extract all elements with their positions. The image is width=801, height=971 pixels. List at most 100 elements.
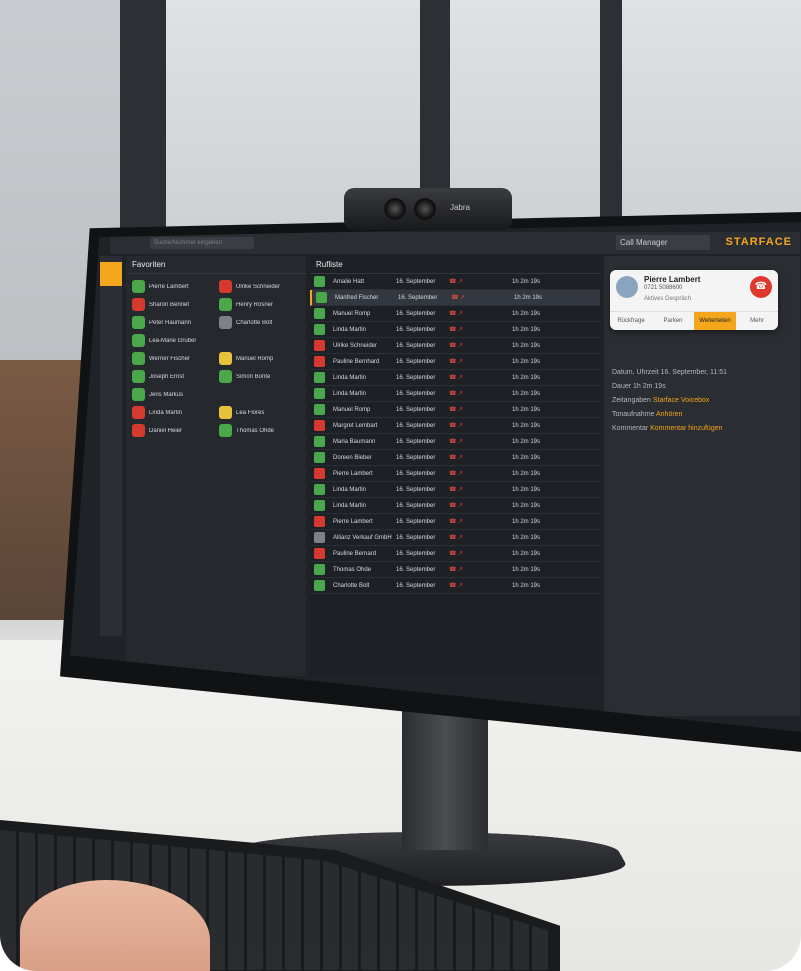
- favorite-contact[interactable]: Lea-Marie Gruber: [132, 334, 213, 347]
- call-date: 16. September: [396, 534, 436, 541]
- call-duration: 1h 2m 19s: [512, 326, 541, 333]
- caller-avatar: [314, 420, 325, 431]
- call-duration: 1h 2m 19s: [512, 374, 541, 381]
- call-direction-icon: ☎ ↗: [449, 375, 464, 381]
- call-list-row[interactable]: Charlotte Bolt 16. September ☎ ↗ 1h 2m 19s: [310, 578, 600, 594]
- call-list-row[interactable]: Pauline Bernhard 16. September ☎ ↗ 1h 2m 19…: [310, 354, 600, 370]
- call-list-row[interactable]: Margret Lembart 16. September ☎ ↗ 1h 2m 19s: [310, 418, 600, 434]
- call-action-button[interactable]: Mehr: [736, 312, 778, 330]
- favorite-contact[interactable]: Simon Bonte: [219, 370, 300, 383]
- call-duration: 1h 2m 19s: [512, 438, 541, 445]
- favorite-contact[interactable]: Ulrike Schneider: [219, 280, 300, 293]
- favorite-contact[interactable]: Werner Fischer: [132, 352, 213, 365]
- nav-item-active[interactable]: [100, 262, 122, 286]
- call-date: 16. September: [396, 326, 436, 333]
- call-list-row[interactable]: Linda Martin 16. September ☎ ↗ 1h 2m 19s: [310, 482, 600, 498]
- call-duration: 1h 2m 19s: [512, 310, 541, 317]
- call-list-row[interactable]: Amalie Hatt 16. September ☎ ↗ 1h 2m 19s: [310, 274, 600, 290]
- call-name: Ulrike Schneider: [333, 342, 378, 349]
- call-list-row[interactable]: Manfred Fischer 16. September ☎ ↗ 1h 2m 19s: [310, 290, 600, 306]
- favorite-contact[interactable]: Peter Haumann: [132, 316, 213, 329]
- favorite-contact[interactable]: Daniel Heier: [132, 424, 213, 437]
- call-name: Pauline Bernard: [333, 550, 377, 557]
- call-direction-icon: ☎ ↗: [449, 327, 464, 333]
- call-list-row[interactable]: Linda Martin 16. September ☎ ↗ 1h 2m 19s: [310, 370, 600, 386]
- call-name: Linda Martin: [333, 374, 367, 381]
- favorites-title: Favoriten: [126, 256, 306, 274]
- call-date: 16. September: [398, 294, 438, 301]
- detail-field: Dauer 1h 2m 19s: [612, 380, 727, 394]
- call-list-row[interactable]: Manuel Romp 16. September ☎ ↗ 1h 2m 19s: [310, 402, 600, 418]
- detail-link[interactable]: Anhören: [656, 411, 682, 418]
- call-duration: 1h 2m 19s: [512, 406, 541, 413]
- call-list-row[interactable]: Maria Baumann 16. September ☎ ↗ 1h 2m 19s: [310, 434, 600, 450]
- detail-field: Zeitangaben Starface Voicebox: [612, 394, 727, 408]
- call-duration: 1h 2m 19s: [512, 470, 541, 477]
- call-list: Amalie Hatt 16. September ☎ ↗ 1h 2m 19s Manf…: [310, 274, 600, 594]
- call-date: 16. September: [396, 582, 436, 589]
- caller-avatar: [314, 564, 325, 575]
- presence-avatar: [219, 370, 232, 383]
- favorite-contact[interactable]: Jens Markus: [132, 388, 213, 401]
- call-list-row[interactable]: Linda Martin 16. September ☎ ↗ 1h 2m 19s: [310, 386, 600, 402]
- favorite-name: Daniel Heier: [149, 427, 183, 434]
- detail-value: 1h 2m 19s: [633, 383, 666, 390]
- webcam: Jabra: [344, 188, 512, 230]
- hangup-button[interactable]: ☎: [750, 276, 772, 298]
- call-list-row[interactable]: Ulrike Schneider 16. September ☎ ↗ 1h 2m 19…: [310, 338, 600, 354]
- detail-label: Datum, Uhrzeit: [612, 369, 661, 376]
- call-action-button[interactable]: Parken: [652, 312, 694, 330]
- call-list-row[interactable]: Linda Martin 16. September ☎ ↗ 1h 2m 19s: [310, 322, 600, 338]
- call-direction-icon: ☎ ↗: [449, 407, 464, 413]
- presence-avatar: [219, 406, 232, 419]
- favorite-contact[interactable]: Linda Martin: [132, 406, 213, 419]
- call-action-button[interactable]: Rückfrage: [610, 312, 652, 330]
- favorite-contact[interactable]: Sharon Bennet: [132, 298, 213, 311]
- call-direction-icon: ☎ ↗: [449, 423, 464, 429]
- call-duration: 1h 2m 19s: [512, 278, 541, 285]
- call-date: 16. September: [396, 518, 436, 525]
- call-action-button[interactable]: Weiterleiten: [694, 312, 736, 330]
- call-date: 16. September: [396, 310, 436, 317]
- caller-avatar: [314, 452, 325, 463]
- favorite-contact[interactable]: Charlotte Bolt: [219, 316, 300, 329]
- call-date: 16. September: [396, 278, 436, 285]
- favorite-contact[interactable]: Lea Flores: [219, 406, 300, 419]
- call-direction-icon: ☎ ↗: [449, 455, 464, 461]
- call-date: 16. September: [396, 358, 436, 365]
- favorite-name: Simon Bonte: [236, 373, 271, 380]
- photo-scene: Suche/Nummer eingeben Call Manager STARF…: [0, 0, 801, 971]
- detail-label: Zeitangaben: [612, 397, 653, 404]
- call-duration: 1h 2m 19s: [512, 518, 541, 525]
- call-name: Linda Martin: [333, 486, 367, 493]
- presence-avatar: [132, 316, 145, 329]
- call-list-row[interactable]: Pierre Lambert 16. September ☎ ↗ 1h 2m 19s: [310, 514, 600, 530]
- call-list-row[interactable]: Manuel Romp 16. September ☎ ↗ 1h 2m 19s: [310, 306, 600, 322]
- favorite-contact[interactable]: Thomas Ohde: [219, 424, 300, 437]
- navigation-rail: [100, 256, 122, 636]
- favorite-name: Sharon Bennet: [149, 301, 190, 308]
- favorite-contact[interactable]: Pierre Lambert: [132, 280, 213, 293]
- call-date: 16. September: [396, 454, 436, 461]
- call-date: 16. September: [396, 390, 436, 397]
- call-list-row[interactable]: Pierre Lambert 16. September ☎ ↗ 1h 2m 19s: [310, 466, 600, 482]
- search-input[interactable]: Suche/Nummer eingeben: [150, 237, 254, 249]
- call-name: Linda Martin: [333, 326, 367, 333]
- call-duration: 1h 2m 19s: [512, 390, 541, 397]
- detail-link[interactable]: Starface Voicebox: [653, 397, 709, 404]
- call-list-row[interactable]: Pauline Bernard 16. September ☎ ↗ 1h 2m 19s: [310, 546, 600, 562]
- favorite-contact[interactable]: Manuel Romp: [219, 352, 300, 365]
- call-list-row[interactable]: Linda Martin 16. September ☎ ↗ 1h 2m 19s: [310, 498, 600, 514]
- call-date: 16. September: [396, 502, 436, 509]
- favorite-contact[interactable]: Joseph Ernst: [132, 370, 213, 383]
- presence-avatar: [132, 424, 145, 437]
- call-list-row[interactable]: Allianz Verkauf GmbH 16. September ☎ ↗ 1h 2…: [310, 530, 600, 546]
- detail-link[interactable]: Kommentar hinzufügen: [650, 425, 722, 432]
- caller-avatar: [314, 324, 325, 335]
- monitor-stand-neck: [402, 700, 488, 850]
- presence-avatar: [132, 352, 145, 365]
- favorite-contact[interactable]: Henry Rosner: [219, 298, 300, 311]
- call-list-row[interactable]: Doreen Bieber 16. September ☎ ↗ 1h 2m 19s: [310, 450, 600, 466]
- call-manager-dropdown[interactable]: Call Manager: [616, 235, 710, 250]
- call-list-row[interactable]: Thomas Ohde 16. September ☎ ↗ 1h 2m 19s: [310, 562, 600, 578]
